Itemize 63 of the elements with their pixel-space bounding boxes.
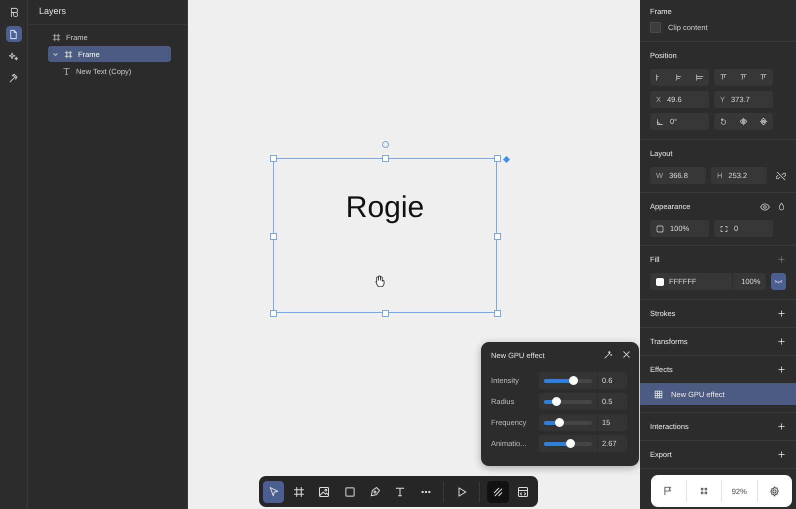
resize-handle[interactable] <box>494 155 501 162</box>
components-icon <box>698 486 709 496</box>
transform-group[interactable] <box>714 113 773 130</box>
resize-handle[interactable] <box>382 310 389 317</box>
resize-handle[interactable] <box>494 310 501 317</box>
rotate-icon <box>719 117 728 126</box>
resize-handle[interactable] <box>270 310 277 317</box>
frame-icon <box>64 50 73 58</box>
image-icon <box>318 486 330 498</box>
flip-horizontal-icon <box>738 117 748 126</box>
hand-cursor-icon <box>374 275 385 287</box>
frame-icon <box>52 32 61 42</box>
panel-title: Layers <box>28 0 187 25</box>
resize-handle[interactable] <box>494 232 501 240</box>
slider[interactable] <box>539 393 597 410</box>
opacity-icon <box>656 224 664 232</box>
code-panel-icon <box>517 486 530 498</box>
align-icon <box>758 73 768 82</box>
grid-icon <box>654 390 663 398</box>
resize-handle[interactable] <box>382 155 389 162</box>
drop-icon[interactable] <box>777 202 786 210</box>
frame-icon <box>292 486 305 498</box>
slider[interactable] <box>539 414 597 431</box>
text-icon <box>394 486 406 498</box>
unlink-icon[interactable] <box>776 170 786 180</box>
rail-button[interactable] <box>6 26 22 42</box>
corner-icon <box>720 224 728 232</box>
slider[interactable] <box>539 435 597 452</box>
diamond-icon <box>503 156 510 163</box>
eye-closed-icon <box>774 277 784 286</box>
checkbox[interactable] <box>650 22 661 33</box>
flag-icon <box>663 486 674 496</box>
magic-wand-icon[interactable] <box>603 350 613 360</box>
close-icon[interactable] <box>622 350 631 359</box>
rectangle-icon <box>344 486 356 498</box>
eye-icon[interactable] <box>760 202 770 212</box>
canvas-text: Rogie <box>346 191 424 226</box>
pencil-lines-icon <box>492 486 504 498</box>
align-icon <box>719 73 728 82</box>
resize-handle[interactable] <box>270 232 277 240</box>
text-icon <box>62 66 71 76</box>
tool-button[interactable] <box>487 480 509 502</box>
sparkle-icon <box>8 50 19 62</box>
align-horizontal-group[interactable] <box>650 69 709 86</box>
settings-icon <box>769 486 780 496</box>
angle-icon <box>656 118 664 126</box>
rotate-handle[interactable] <box>382 141 389 148</box>
align-icon <box>738 73 748 82</box>
play-icon <box>456 486 468 498</box>
pen-icon <box>368 486 381 498</box>
logo-icon <box>8 6 19 18</box>
cursor-icon <box>268 486 280 498</box>
chevron-down-icon[interactable] <box>52 50 59 58</box>
align-icon <box>694 73 704 82</box>
resize-handle[interactable] <box>270 155 277 162</box>
slider[interactable] <box>539 372 597 389</box>
hammer-icon <box>8 72 19 84</box>
flip-vertical-icon <box>758 117 768 126</box>
align-icon <box>674 73 684 82</box>
page-icon <box>8 28 19 40</box>
tool-button[interactable] <box>263 480 284 502</box>
align-vertical-group[interactable] <box>714 69 773 86</box>
visibility-button[interactable] <box>771 273 786 290</box>
